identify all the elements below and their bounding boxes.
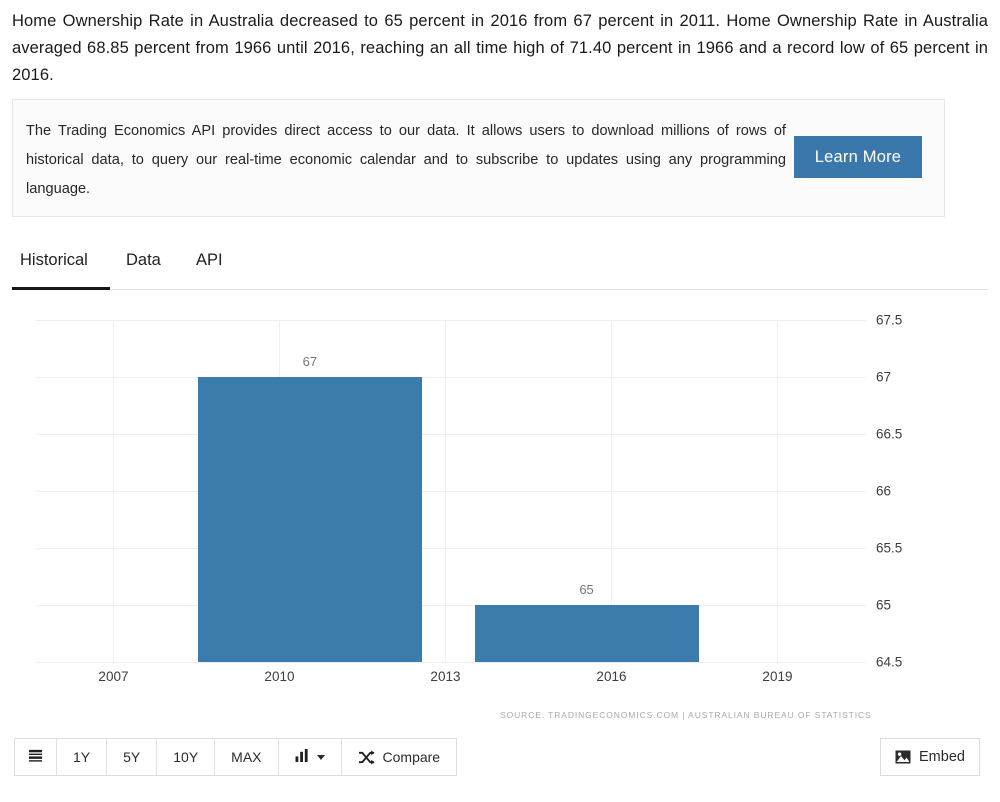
chart-bar[interactable] — [197, 377, 422, 662]
x-axis-tick-label: 2007 — [98, 669, 129, 684]
embed-label: Embed — [919, 749, 965, 765]
y-axis-tick-label: 65 — [876, 597, 892, 613]
compare-label: Compare — [382, 749, 441, 765]
chart-toolbar: 1Y 5Y 10Y MAX Compare — [14, 738, 458, 776]
list-icon — [28, 748, 43, 766]
gridline-horizontal — [36, 320, 866, 321]
summary-paragraph: Home Ownership Rate in Australia decreas… — [12, 12, 988, 84]
tab-historical[interactable]: Historical — [20, 251, 88, 282]
range-button-1y[interactable]: 1Y — [57, 739, 108, 775]
x-axis-tick-label: 2019 — [762, 669, 793, 684]
gridline-vertical — [113, 320, 115, 662]
y-axis-tick-label: 64.5 — [876, 654, 903, 670]
range-button-10y[interactable]: 10Y — [157, 739, 216, 775]
x-axis-tick-label: 2016 — [596, 669, 627, 684]
chart-source-note: SOURCE: TRADINGECONOMICS.COM | AUSTRALIA… — [500, 710, 872, 720]
range-button-max[interactable]: MAX — [215, 739, 279, 775]
y-axis-tick-label: 65.5 — [876, 540, 903, 556]
tab-api[interactable]: API — [196, 251, 223, 282]
gridline-horizontal — [36, 377, 866, 378]
gridline-horizontal — [36, 434, 866, 435]
embed-button[interactable]: Embed — [880, 738, 980, 776]
gridline-horizontal — [36, 662, 866, 663]
list-icon-button[interactable] — [15, 739, 57, 775]
chevron-down-icon — [316, 754, 325, 760]
gridline-vertical — [445, 320, 447, 662]
chart-bar[interactable] — [474, 605, 699, 662]
historical-chart[interactable]: 67 65 67.5 67 66.5 66 65.5 65 64.5 2007 2010 2013 2… — [0, 292, 1000, 729]
y-axis-tick-label: 66 — [876, 483, 892, 499]
compare-button[interactable]: Compare — [341, 739, 457, 775]
chart-plot-area: 67 65 — [36, 320, 866, 663]
range-button-5y[interactable]: 5Y — [107, 739, 158, 775]
bar-value-label: 67 — [302, 354, 318, 369]
image-icon — [895, 750, 911, 764]
gridline-vertical — [777, 320, 779, 662]
y-axis-tick-label: 67 — [876, 369, 892, 385]
api-promo-text: The Trading Economics API provides direc… — [26, 123, 786, 197]
y-axis-tick-label: 66.5 — [876, 426, 903, 442]
bar-chart-icon — [295, 749, 310, 765]
shuffle-icon — [358, 749, 375, 765]
gridline-horizontal — [36, 491, 866, 492]
bar-value-label: 65 — [579, 582, 594, 597]
tab-data[interactable]: Data — [126, 251, 161, 282]
tab-bar-divider — [12, 289, 988, 290]
y-axis-tick-label: 67.5 — [876, 312, 903, 328]
api-promo-banner: The Trading Economics API provides direc… — [12, 99, 945, 217]
gridline-horizontal — [36, 605, 866, 606]
x-axis-tick-label: 2010 — [264, 669, 295, 684]
x-axis-tick-label: 2013 — [430, 669, 461, 684]
learn-more-button[interactable]: Learn More — [794, 136, 922, 178]
gridline-horizontal — [36, 548, 866, 549]
active-tab-indicator — [12, 287, 110, 290]
chart-type-button[interactable] — [278, 739, 342, 775]
tab-bar: Historical Data API — [0, 245, 988, 290]
